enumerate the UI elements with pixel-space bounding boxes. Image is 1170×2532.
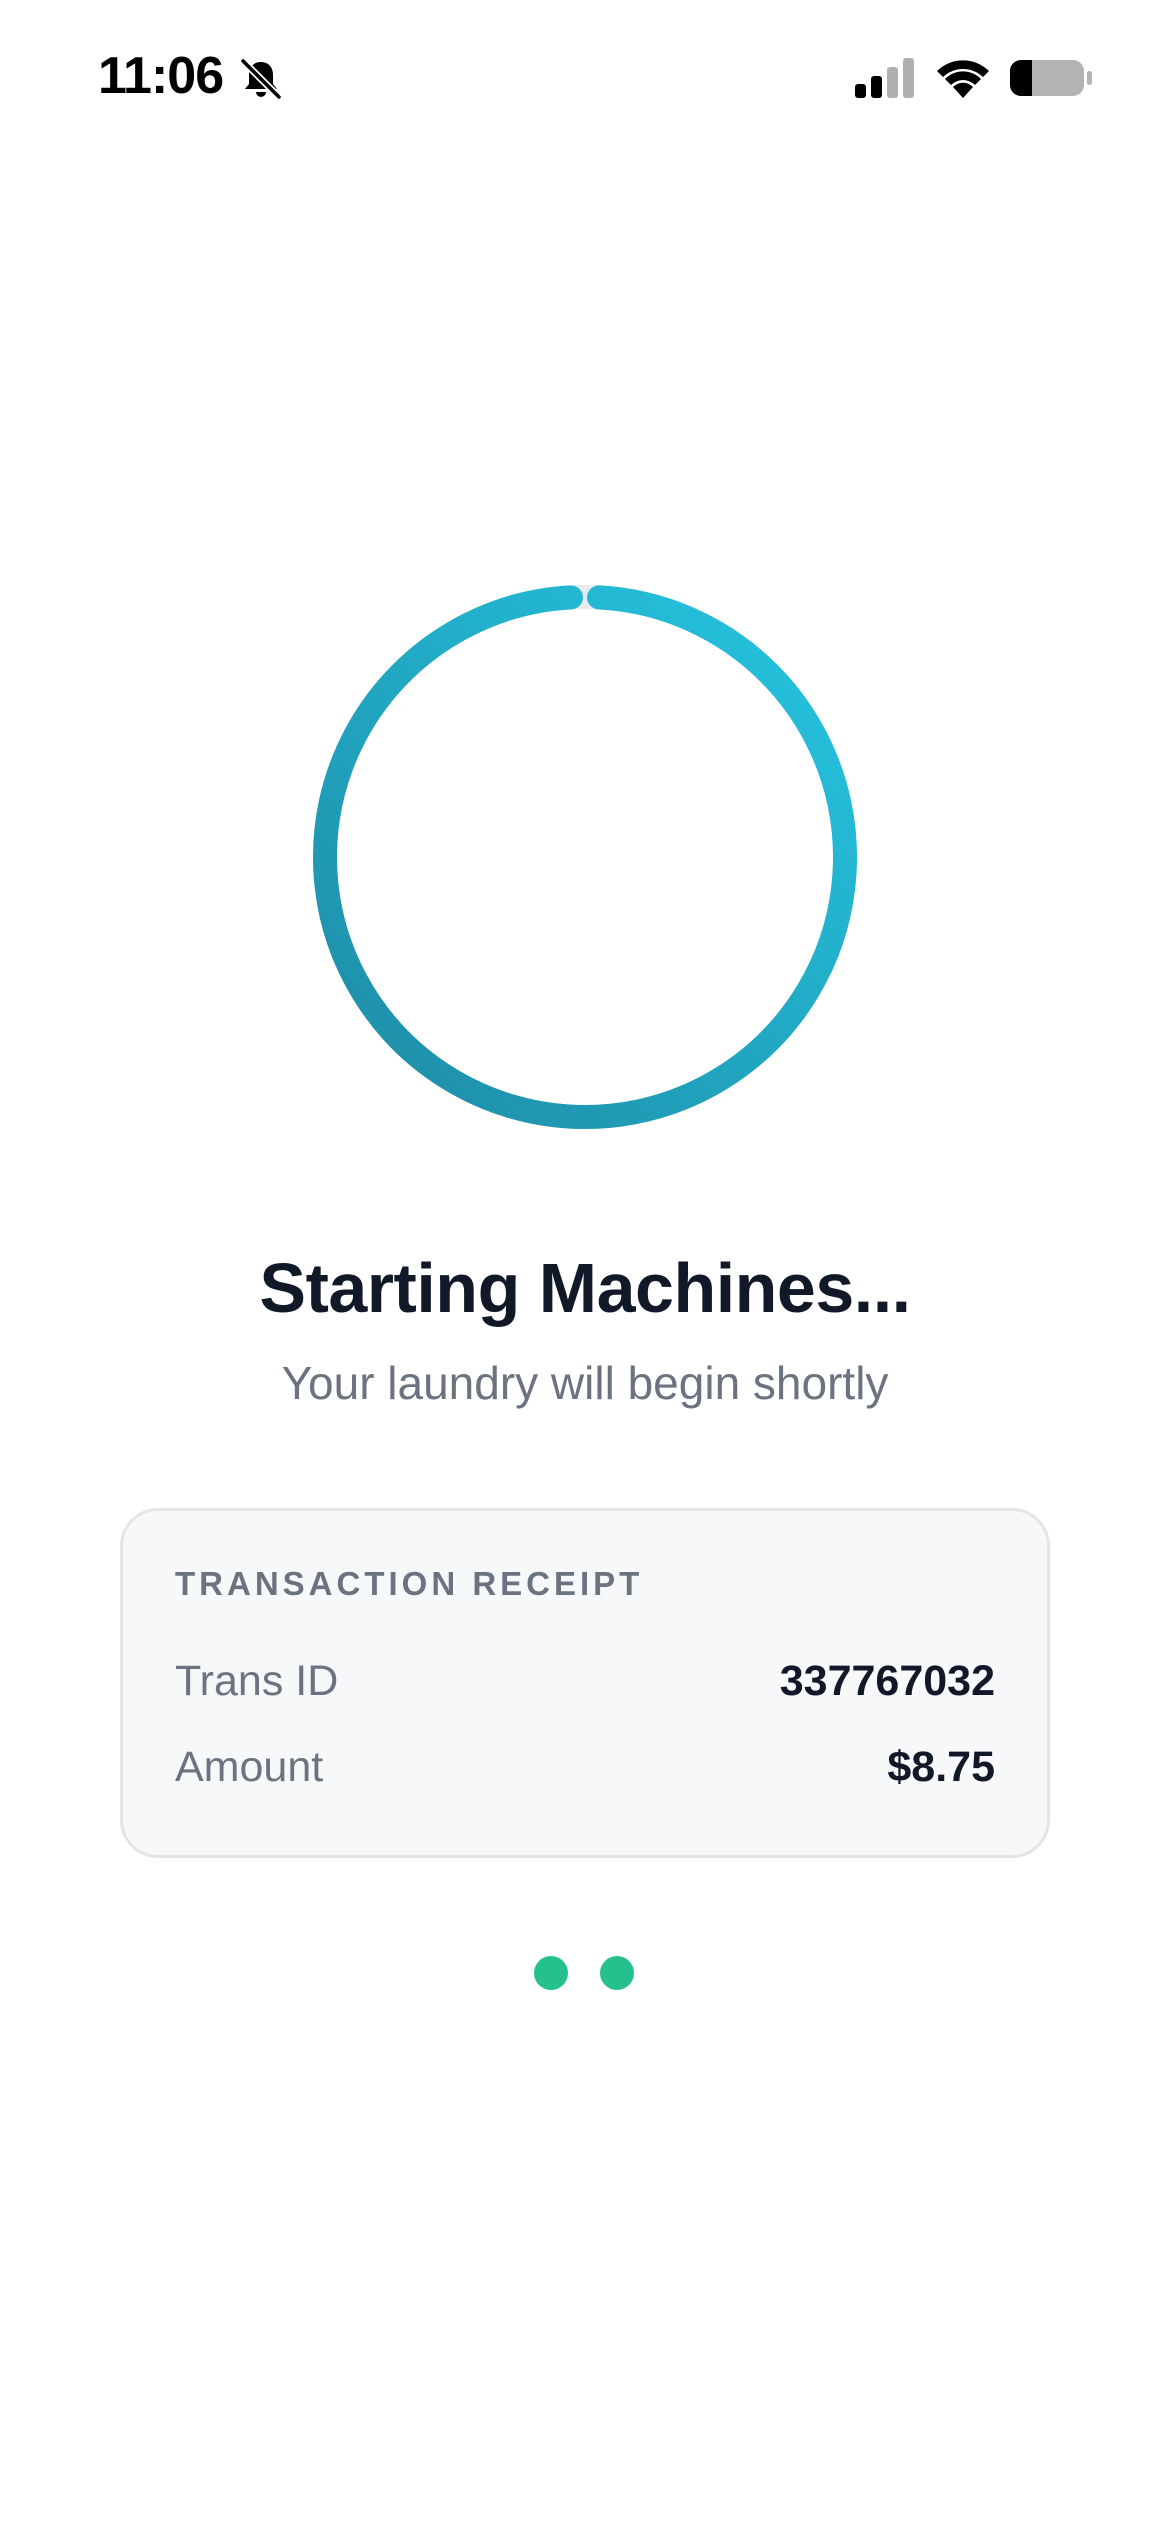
status-time: 11:06	[98, 47, 224, 105]
loading-dots	[534, 1956, 636, 1990]
receipt-heading: TRANSACTION RECEIPT	[175, 1565, 644, 1602]
loading-dot	[534, 1956, 568, 1990]
transaction-receipt-card: TRANSACTION RECEIPT Trans ID 337767032 A…	[120, 1508, 1050, 1858]
loading-spinner	[313, 585, 857, 1130]
cellular-signal-icon	[855, 58, 914, 98]
trans-id-value: 337767032	[779, 1657, 995, 1705]
battery-icon	[1010, 60, 1092, 96]
page-subtitle: Your laundry will begin shortly	[281, 1357, 889, 1409]
page-title: Starting Machines...	[259, 1249, 911, 1327]
amount-value: $8.75	[887, 1743, 995, 1791]
status-bar: 11:06	[0, 0, 1170, 150]
trans-id-label: Trans ID	[175, 1657, 339, 1705]
receipt-row-amount: Amount $8.75	[175, 1743, 995, 1803]
loading-ring-icon	[313, 585, 857, 1130]
receipt-row-trans-id: Trans ID 337767032	[175, 1657, 995, 1717]
bell-muted-icon	[240, 58, 282, 100]
wifi-icon	[937, 60, 989, 98]
loading-dot	[600, 1956, 634, 1990]
amount-label: Amount	[175, 1743, 324, 1791]
